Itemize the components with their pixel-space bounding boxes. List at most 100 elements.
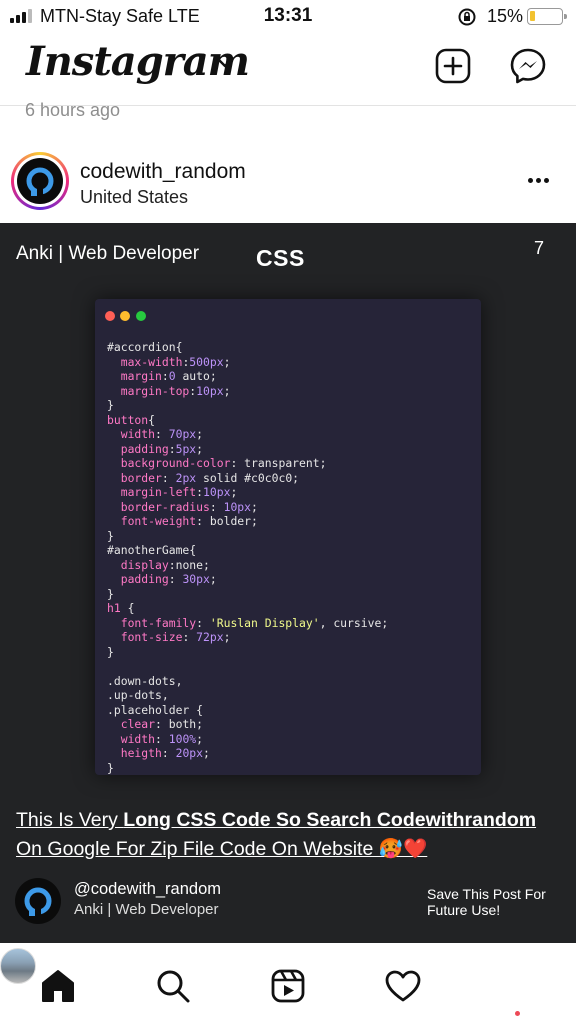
previous-post-timestamp: 6 hours ago [25, 100, 121, 120]
code-token: 30px [182, 572, 210, 586]
code-line: ​ [107, 659, 388, 674]
more-icon[interactable] [528, 178, 549, 183]
battery-percent: 15% [487, 6, 524, 26]
code-token: ; [251, 499, 258, 514]
code-token: : [196, 485, 204, 499]
code-token: } [107, 398, 114, 412]
code-token: : [161, 746, 176, 760]
image-topic-label: CSS [256, 245, 305, 271]
image-footer-save-note: Save This Post For Future Use! [427, 886, 567, 918]
code-token: .placeholder { [107, 702, 204, 717]
heart-icon[interactable] [385, 968, 421, 1004]
code-line: .up-dots, [107, 688, 388, 703]
code-token: } [107, 644, 114, 659]
code-token: font-weight [107, 514, 197, 528]
code-token: , cursive; [319, 615, 389, 630]
save-note-line-1: Save This Post For [427, 886, 546, 902]
code-token: : [161, 470, 176, 485]
code-token: : transparent; [230, 456, 327, 470]
code-line: .down-dots, [107, 674, 388, 689]
bottom-tab-bar [0, 948, 576, 1024]
code-token: .down-dots, [107, 673, 183, 688]
code-token: padding [107, 441, 169, 456]
code-line: } [107, 645, 388, 660]
code-line: button{ [107, 413, 388, 428]
image-slide-number: 7 [534, 238, 545, 258]
code-token: width [107, 731, 156, 746]
code-token: margin [107, 369, 162, 383]
code-token: 100% [168, 731, 197, 746]
code-token: ; [223, 630, 231, 644]
code-line: border-radius: 10px; [107, 500, 388, 515]
code-token: ; [196, 441, 204, 456]
post-header: codewith_random United States [0, 150, 576, 222]
code-token: font-family [107, 615, 197, 630]
code-line: width: 70px; [107, 427, 388, 442]
reels-icon[interactable] [270, 968, 306, 1004]
code-token: 10px [196, 383, 224, 398]
code-token: { [148, 412, 156, 427]
code-token: } [107, 760, 114, 775]
search-icon[interactable] [155, 968, 191, 1004]
code-token: auto; [175, 369, 217, 383]
code-token: heigth [107, 746, 162, 760]
code-token: : [168, 572, 183, 586]
home-icon[interactable] [40, 968, 76, 1004]
code-token: 'Ruslan Display' [209, 615, 320, 630]
post-location[interactable]: United States [80, 187, 188, 208]
code-token: : bolder; [196, 514, 258, 528]
code-line: font-family: 'Ruslan Display', cursive; [107, 616, 388, 631]
code-line: .placeholder { [107, 703, 388, 718]
code-token: 500px [189, 354, 224, 369]
code-line: font-size: 72px; [107, 630, 388, 645]
code-line: heigth: 20px; [107, 746, 388, 761]
battery-icon [527, 8, 567, 25]
save-note-line-2: Future Use! [427, 902, 501, 918]
code-token: #anotherGame{ [107, 543, 197, 557]
code-line: #accordion{ [107, 340, 388, 355]
code-line: width: 100%; [107, 732, 388, 747]
code-line: } [107, 398, 388, 413]
code-token: ; [223, 354, 231, 369]
code-line: background-color: transparent; [107, 456, 388, 471]
caption-line-2: On Google For Zip File Code On Website 🥵… [16, 838, 428, 860]
code-token: font-size [107, 630, 183, 644]
code-token: 10px [203, 485, 231, 499]
chevron-down-icon[interactable] [216, 56, 234, 74]
code-token: : [209, 499, 224, 514]
code-token: :none; [168, 557, 210, 572]
profile-avatar[interactable] [0, 948, 36, 984]
code-token: ; [223, 383, 231, 398]
code-token: solid #c0c0c0; [196, 470, 300, 485]
code-token: : [155, 731, 169, 746]
post-image[interactable]: Anki | Web Developer CSS 7 #accordion{ m… [0, 223, 576, 943]
code-line: margin-left:10px; [107, 485, 388, 500]
code-token: clear [107, 717, 156, 731]
window-maximize-dot [136, 311, 146, 321]
story-avatar[interactable] [11, 152, 69, 210]
code-token: { [120, 601, 135, 615]
caption-line-1-bold: Long CSS Code So Search Codewithrandom [123, 809, 537, 831]
code-line: font-weight: bolder; [107, 514, 388, 529]
code-line: } [107, 529, 388, 544]
code-line: clear: both; [107, 717, 388, 732]
code-line: } [107, 761, 388, 776]
code-token: 70px [168, 427, 197, 441]
notification-dot [515, 1011, 520, 1016]
code-token: ; [196, 731, 204, 746]
code-token: 2px [175, 470, 197, 485]
window-minimize-dot [120, 311, 130, 321]
code-token: #accordion{ [107, 340, 183, 354]
messenger-icon[interactable] [509, 47, 547, 85]
code-token: : both; [155, 717, 204, 731]
code-line: #anotherGame{ [107, 543, 388, 558]
image-footer-handle: @codewith_random [74, 880, 221, 898]
code-token: border [107, 470, 162, 485]
code-line: max-width:500px; [107, 355, 388, 370]
code-token: 5px [175, 441, 197, 456]
code-token: margin-top [107, 383, 190, 398]
post-username[interactable]: codewith_random [80, 160, 246, 184]
caption-line-1-plain: This Is Very [16, 809, 124, 831]
new-post-icon[interactable] [434, 47, 472, 85]
code-token: ; [196, 427, 204, 441]
